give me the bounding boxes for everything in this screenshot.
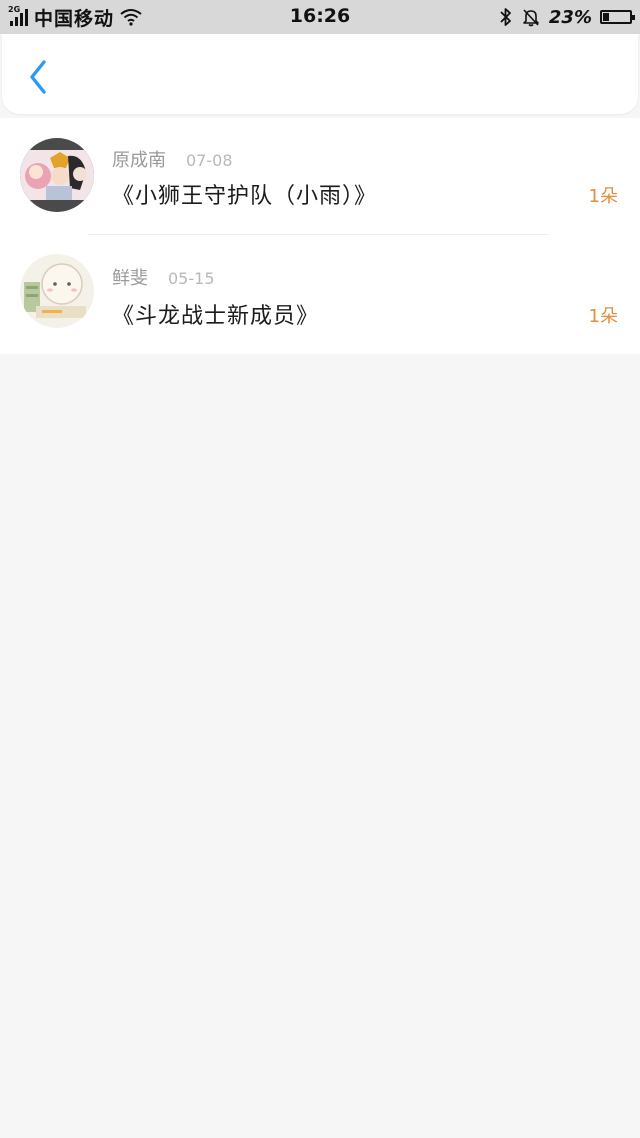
sender-name: 原成南 [112, 150, 166, 171]
sender-name: 鲜斐 [112, 268, 148, 289]
battery-icon [600, 10, 635, 24]
status-bar: 2G 中国移动 16:26 23% [0, 0, 640, 34]
gift-date: 07-08 [186, 151, 233, 170]
battery-level-fill [603, 13, 609, 21]
chevron-left-icon [30, 60, 46, 94]
gift-date: 05-15 [168, 269, 215, 288]
list-item[interactable]: 原成南 07-08 《小狮王守护队（小雨）》 1朵 [0, 118, 640, 236]
avatar [20, 138, 94, 212]
divider [88, 234, 548, 235]
battery-percent: 23% [548, 6, 592, 28]
work-title: 《小狮王守护队（小雨）》 [112, 184, 378, 209]
gift-count: 1朵 [588, 306, 618, 327]
gift-count: 1朵 [588, 186, 618, 207]
avatar-image [20, 254, 94, 328]
work-title: 《斗龙战士新成员》 [112, 304, 320, 329]
sender-row: 原成南 07-08 [112, 146, 233, 172]
nav-bar [2, 34, 638, 114]
avatar [20, 254, 94, 328]
mute-bell-icon [523, 9, 539, 27]
bluetooth-icon [500, 8, 511, 26]
avatar-image [20, 138, 94, 212]
status-right: 23% [499, 4, 635, 30]
sender-row: 鲜斐 05-15 [112, 264, 215, 290]
back-button[interactable] [20, 58, 56, 94]
list-item[interactable]: 鲜斐 05-15 《斗龙战士新成员》 1朵 [0, 236, 640, 354]
gift-record-list: 原成南 07-08 《小狮王守护队（小雨）》 1朵 鲜斐 05-15 《斗龙战士… [0, 118, 640, 354]
